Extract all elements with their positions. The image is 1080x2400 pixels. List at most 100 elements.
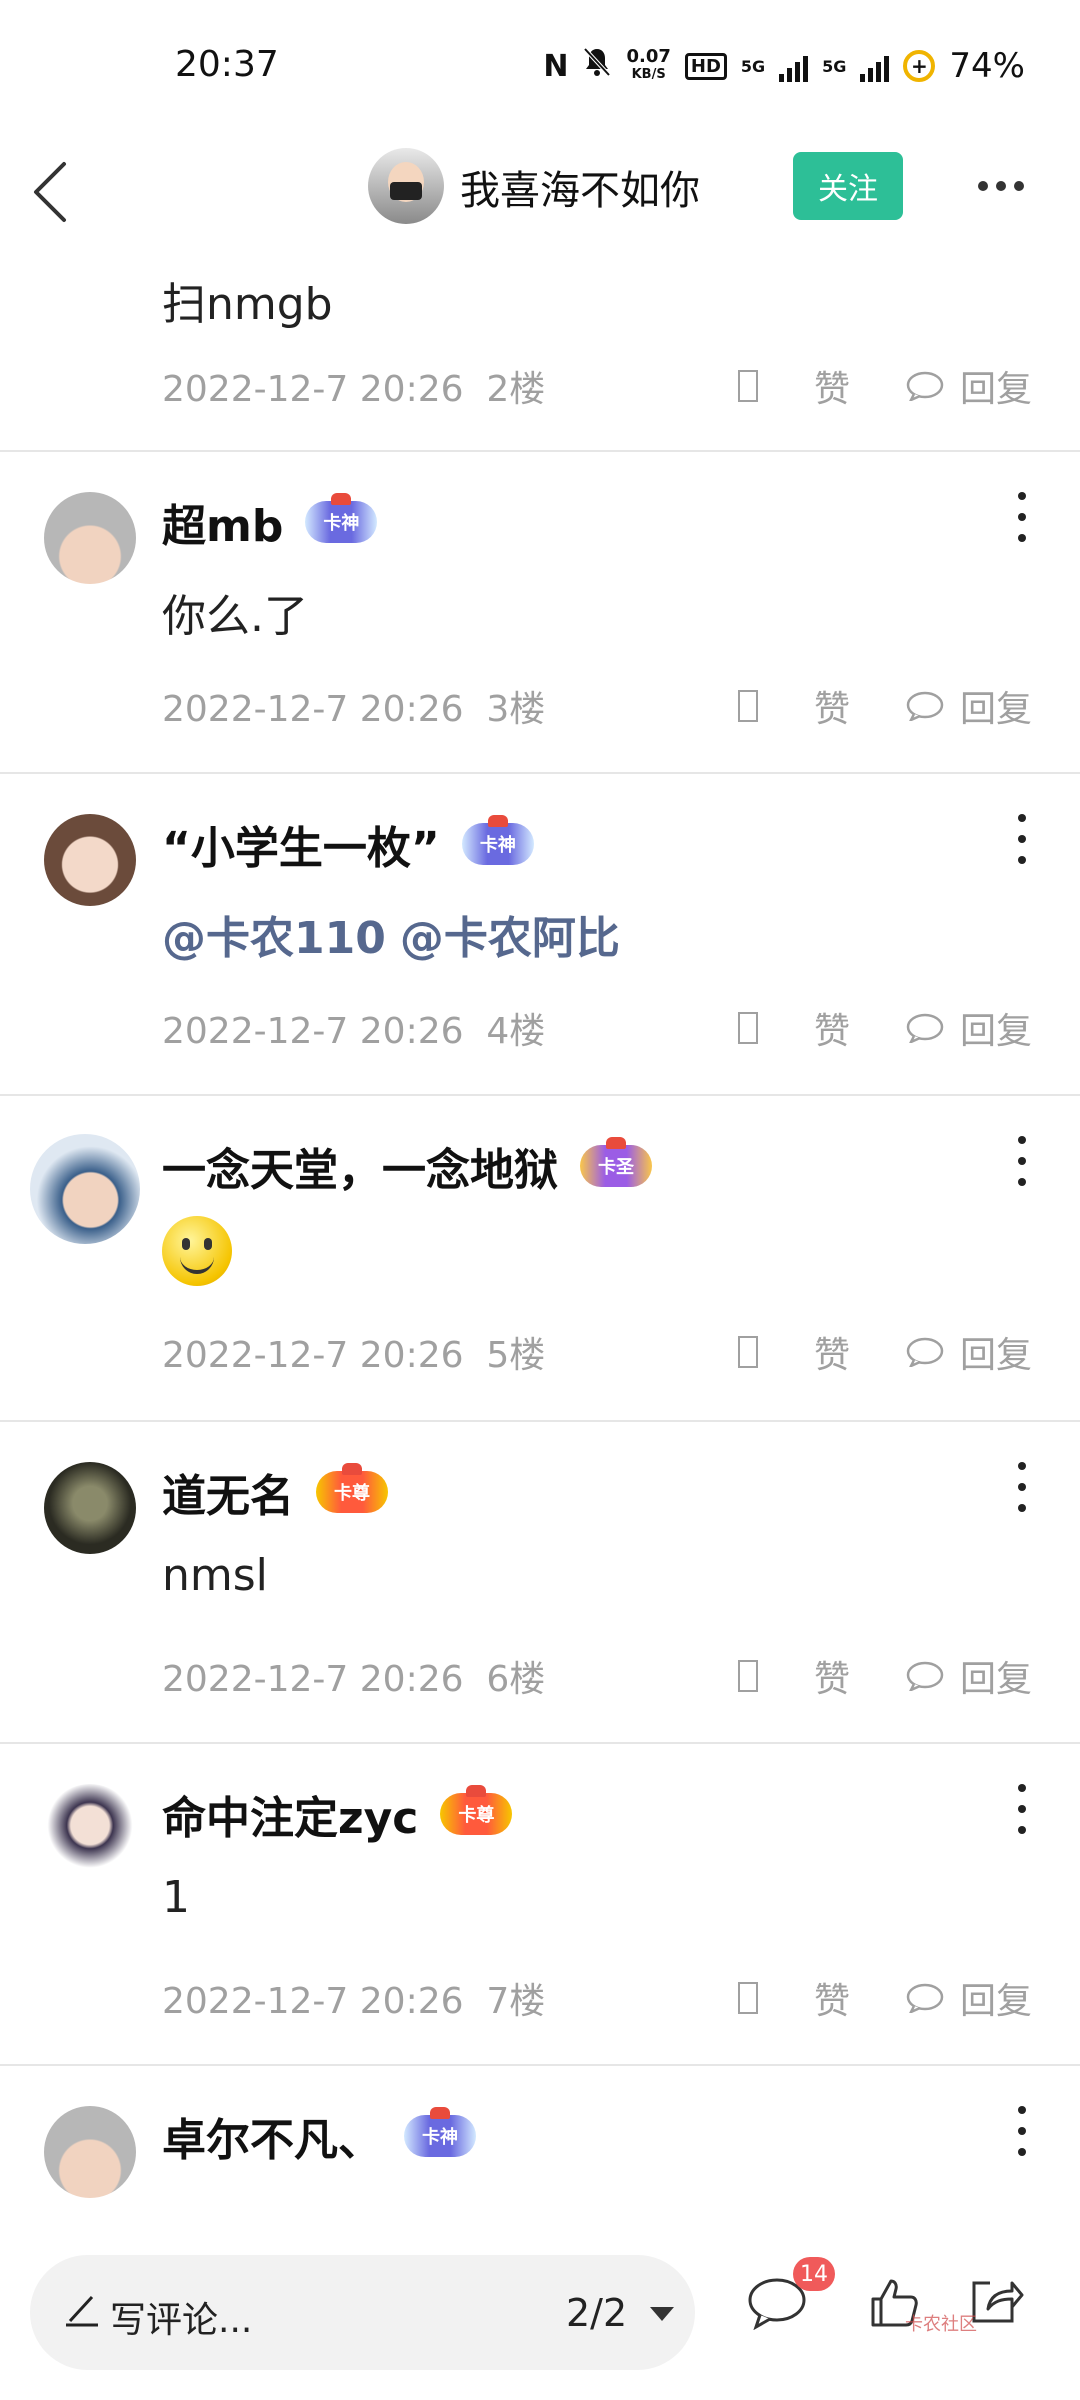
- comment-floor: 2楼: [486, 369, 546, 410]
- pencil-icon: [66, 2295, 98, 2327]
- username[interactable]: 超mb: [162, 490, 283, 554]
- username[interactable]: 命中注定zyc: [162, 1782, 418, 1846]
- comment-floor: 3楼: [486, 689, 546, 730]
- page-indicator[interactable]: 2/2: [566, 2291, 627, 2335]
- reply-button[interactable]: 回复: [960, 1650, 1032, 1702]
- comments-list[interactable]: 扫nmgb 2022-12-7 20:26 2楼 赞 回复 超mb 卡神 你么.…: [0, 250, 1080, 2220]
- signal-bars-2-icon: [860, 50, 890, 82]
- user-level-badge: 卡尊: [316, 1463, 388, 1513]
- comment-meta: 2022-12-7 20:26 3楼: [162, 680, 545, 732]
- status-time: 20:37: [175, 44, 279, 85]
- author-avatar[interactable]: [368, 148, 444, 224]
- comment-floor: 7楼: [486, 1981, 546, 2022]
- comment-actions: 赞 回复: [737, 1002, 1032, 1054]
- user-row: 道无名 卡尊: [162, 1460, 388, 1524]
- mention-link[interactable]: @卡农阿比: [400, 913, 620, 964]
- comment-floor: 4楼: [486, 1011, 546, 1052]
- reply-button[interactable]: 回复: [960, 1972, 1032, 2024]
- user-row: 超mb 卡神: [162, 490, 378, 554]
- more-options-icon[interactable]: [978, 168, 1038, 204]
- status-icons: N 0.07 KB/S HD 5G 5G + 74%: [543, 44, 1025, 88]
- post-header: 我喜海不如你 关注: [0, 140, 1080, 250]
- comment-more-icon[interactable]: [1012, 492, 1032, 542]
- comment-more-icon[interactable]: [1012, 1784, 1032, 1834]
- reply-button[interactable]: 回复: [960, 360, 1032, 412]
- comment-time: 2022-12-7 20:26: [162, 1335, 464, 1376]
- like-icon[interactable]: [737, 1012, 758, 1044]
- like-icon[interactable]: [737, 690, 758, 722]
- reply-button[interactable]: 回复: [960, 680, 1032, 732]
- comment-more-icon[interactable]: [1012, 814, 1032, 864]
- username[interactable]: 卓尔不凡、: [162, 2104, 382, 2168]
- status-bar: 20:37 N 0.07 KB/S HD 5G 5G + 74%: [0, 0, 1080, 140]
- nfc-icon: N: [543, 48, 569, 84]
- comment-meta: 2022-12-7 20:26 2楼: [162, 360, 545, 412]
- like-icon[interactable]: [737, 1336, 758, 1368]
- comment-more-icon[interactable]: [1012, 2106, 1032, 2156]
- avatar[interactable]: [44, 814, 136, 906]
- list-item: 扫nmgb 2022-12-7 20:26 2楼 赞 回复: [0, 250, 1080, 452]
- comment-more-icon[interactable]: [1012, 1462, 1032, 1512]
- comment-actions: 赞 回复: [737, 1650, 1032, 1702]
- username[interactable]: 一念天堂，一念地狱: [162, 1134, 558, 1198]
- comment-input[interactable]: 写评论... 2/2: [30, 2255, 695, 2370]
- comment-actions: 赞 回复: [737, 680, 1032, 732]
- comment-meta: 2022-12-7 20:26 5楼: [162, 1326, 545, 1378]
- avatar[interactable]: [44, 1784, 136, 1876]
- network-speed-unit: KB/S: [631, 67, 666, 82]
- comment-text: @卡农110 @卡农阿比: [162, 902, 620, 966]
- reply-button[interactable]: 回复: [960, 1326, 1032, 1378]
- comment-bubble-icon[interactable]: [906, 1983, 944, 2013]
- comment-more-icon[interactable]: [1012, 1136, 1032, 1186]
- comment-bubble-icon[interactable]: [906, 371, 944, 401]
- comment-bubble-icon[interactable]: [906, 1661, 944, 1691]
- user-level-badge: 卡神: [305, 493, 378, 543]
- list-item: “小学生一枚” 卡神 @卡农110 @卡农阿比 2022-12-7 20:26 …: [0, 774, 1080, 1096]
- comment-floor: 5楼: [486, 1335, 546, 1376]
- comment-meta: 2022-12-7 20:26 6楼: [162, 1650, 545, 1702]
- username[interactable]: 道无名: [162, 1460, 294, 1524]
- follow-button[interactable]: 关注: [793, 152, 903, 220]
- reply-button[interactable]: 回复: [960, 1002, 1032, 1054]
- like-button[interactable]: 赞: [814, 1650, 850, 1702]
- like-button[interactable]: 赞: [814, 1002, 850, 1054]
- comment-time: 2022-12-7 20:26: [162, 369, 464, 410]
- comment-time: 2022-12-7 20:26: [162, 1659, 464, 1700]
- signal-bars-1-icon: [779, 50, 809, 82]
- battery-percent: 74%: [949, 46, 1025, 86]
- comment-bubble-icon[interactable]: [906, 1337, 944, 1367]
- comment-text: 你么.了: [162, 591, 308, 642]
- user-level-badge: 卡神: [461, 815, 534, 865]
- like-button[interactable]: 赞: [814, 680, 850, 732]
- comment-meta: 2022-12-7 20:26 7楼: [162, 1972, 545, 2024]
- user-row: 卓尔不凡、 卡神: [162, 2104, 476, 2168]
- author-name[interactable]: 我喜海不如你: [460, 158, 700, 216]
- back-button[interactable]: [26, 152, 86, 232]
- comment-bubble-icon[interactable]: [906, 691, 944, 721]
- avatar[interactable]: [44, 492, 136, 584]
- comment-bubble-icon[interactable]: [906, 1013, 944, 1043]
- avatar[interactable]: [44, 1462, 136, 1554]
- avatar[interactable]: [30, 1134, 140, 1244]
- network-speed: 0.07 KB/S: [626, 48, 670, 84]
- avatar[interactable]: [44, 2106, 136, 2198]
- like-icon[interactable]: [737, 1982, 758, 2014]
- like-icon[interactable]: [737, 1660, 758, 1692]
- username[interactable]: “小学生一枚”: [162, 812, 440, 876]
- like-icon[interactable]: [737, 370, 758, 402]
- like-button[interactable]: 赞: [814, 360, 850, 412]
- network-type-1: 5G: [740, 56, 766, 76]
- comment-floor: 6楼: [486, 1659, 546, 1700]
- like-button[interactable]: 赞: [814, 1326, 850, 1378]
- like-button[interactable]: 赞: [814, 1972, 850, 2024]
- list-item: 命中注定zyc 卡尊 1 2022-12-7 20:26 7楼 赞 回复: [0, 1744, 1080, 2066]
- hd-icon: HD: [684, 52, 727, 80]
- list-item: 卓尔不凡、 卡神: [0, 2066, 1080, 2220]
- list-item: 道无名 卡尊 nmsl 2022-12-7 20:26 6楼 赞 回复: [0, 1422, 1080, 1744]
- smiley-emoji-icon: [162, 1216, 232, 1286]
- mention-link[interactable]: @卡农110: [162, 913, 386, 964]
- caret-down-icon[interactable]: [650, 2307, 674, 2321]
- mute-bell-icon: [582, 46, 612, 86]
- list-item: 超mb 卡神 你么.了 2022-12-7 20:26 3楼 赞 回复: [0, 452, 1080, 774]
- network-type-2: 5G: [822, 56, 847, 76]
